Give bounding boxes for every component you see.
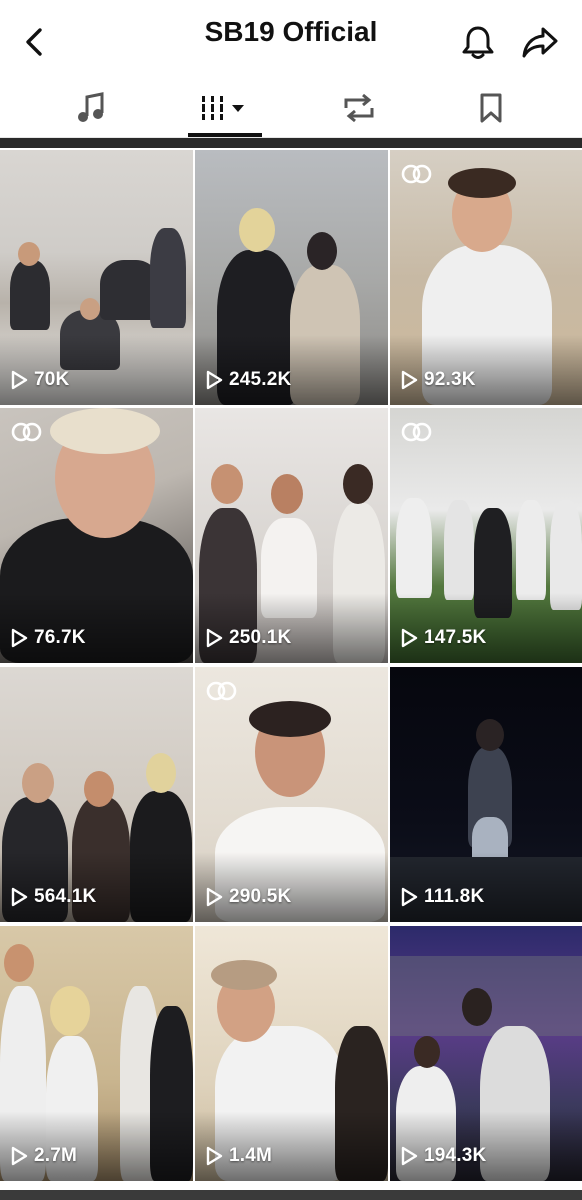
video-thumbnail[interactable]: 1.4M xyxy=(195,926,388,1181)
view-count: 70K xyxy=(10,369,69,391)
play-icon xyxy=(11,370,28,390)
view-count-text: 76.7K xyxy=(34,627,86,648)
tab-reposts[interactable] xyxy=(286,78,431,138)
view-count: 1.4M xyxy=(205,1145,272,1167)
view-count-text: 290.5K xyxy=(229,886,292,907)
bell-icon xyxy=(462,26,494,59)
play-icon xyxy=(206,1146,223,1166)
view-count-text: 111.8K xyxy=(424,886,485,907)
next-row-edge xyxy=(0,1190,582,1200)
view-count: 250.1K xyxy=(205,627,291,649)
view-count: 2.7M xyxy=(10,1145,77,1167)
play-icon xyxy=(401,887,418,907)
view-count-text: 1.4M xyxy=(229,1145,273,1166)
bookmark-icon xyxy=(480,93,501,123)
play-icon xyxy=(206,887,223,907)
view-count-text: 92.3K xyxy=(424,369,476,390)
collab-icon xyxy=(11,422,42,442)
repost-icon xyxy=(344,93,373,123)
view-count: 147.5K xyxy=(400,627,486,649)
video-thumbnail[interactable]: 250.1K xyxy=(195,408,388,663)
video-thumbnail[interactable]: 290.5K xyxy=(195,667,388,922)
active-tab-indicator xyxy=(188,133,262,137)
play-icon xyxy=(11,628,28,648)
notifications-button[interactable] xyxy=(458,22,498,62)
tab-music[interactable] xyxy=(18,78,163,138)
view-count: 290.5K xyxy=(205,886,291,908)
play-icon xyxy=(401,628,418,648)
video-grid: 70K 245.2K 92.3K 76.7K 250.1K 147.5K 564… xyxy=(0,138,582,1200)
video-thumbnail[interactable]: 2.7M xyxy=(0,926,193,1181)
view-count: 111.8K xyxy=(400,886,484,908)
video-thumbnail[interactable]: 147.5K xyxy=(390,408,582,663)
play-icon xyxy=(11,887,28,907)
view-count: 76.7K xyxy=(10,627,86,649)
share-button[interactable] xyxy=(518,22,562,62)
view-count-text: 245.2K xyxy=(229,369,292,390)
profile-tabs xyxy=(0,78,582,138)
previous-row-edge xyxy=(0,138,582,148)
video-thumbnail[interactable]: 111.8K xyxy=(390,667,582,922)
video-thumbnail[interactable]: 564.1K xyxy=(0,667,193,922)
view-count-text: 2.7M xyxy=(34,1145,78,1166)
view-count-text: 250.1K xyxy=(229,627,292,648)
play-icon xyxy=(401,1146,418,1166)
play-icon xyxy=(206,370,223,390)
view-count: 194.3K xyxy=(400,1145,486,1167)
video-thumbnail[interactable]: 76.7K xyxy=(0,408,193,663)
share-arrow-icon xyxy=(522,27,558,58)
video-thumbnail[interactable]: 70K xyxy=(0,150,193,405)
view-count: 92.3K xyxy=(400,369,476,391)
play-icon xyxy=(401,370,418,390)
play-icon xyxy=(11,1146,28,1166)
tab-videos[interactable] xyxy=(152,78,297,138)
collab-icon xyxy=(401,164,432,184)
play-icon xyxy=(206,628,223,648)
video-thumbnail[interactable]: 194.3K xyxy=(390,926,582,1181)
video-thumbnail[interactable]: 92.3K xyxy=(390,150,582,405)
profile-header: SB19 Official xyxy=(0,0,582,78)
view-count-text: 564.1K xyxy=(34,886,97,907)
view-count-text: 147.5K xyxy=(424,627,487,648)
view-count-text: 70K xyxy=(34,369,70,390)
grid-filter-icon xyxy=(199,96,244,120)
music-note-icon xyxy=(77,92,103,122)
view-count-text: 194.3K xyxy=(424,1145,487,1166)
view-count: 245.2K xyxy=(205,369,291,391)
collab-icon xyxy=(401,422,432,442)
collab-icon xyxy=(206,681,237,701)
video-thumbnail[interactable]: 245.2K xyxy=(195,150,388,405)
tab-saved[interactable] xyxy=(418,78,563,138)
view-count: 564.1K xyxy=(10,886,96,908)
